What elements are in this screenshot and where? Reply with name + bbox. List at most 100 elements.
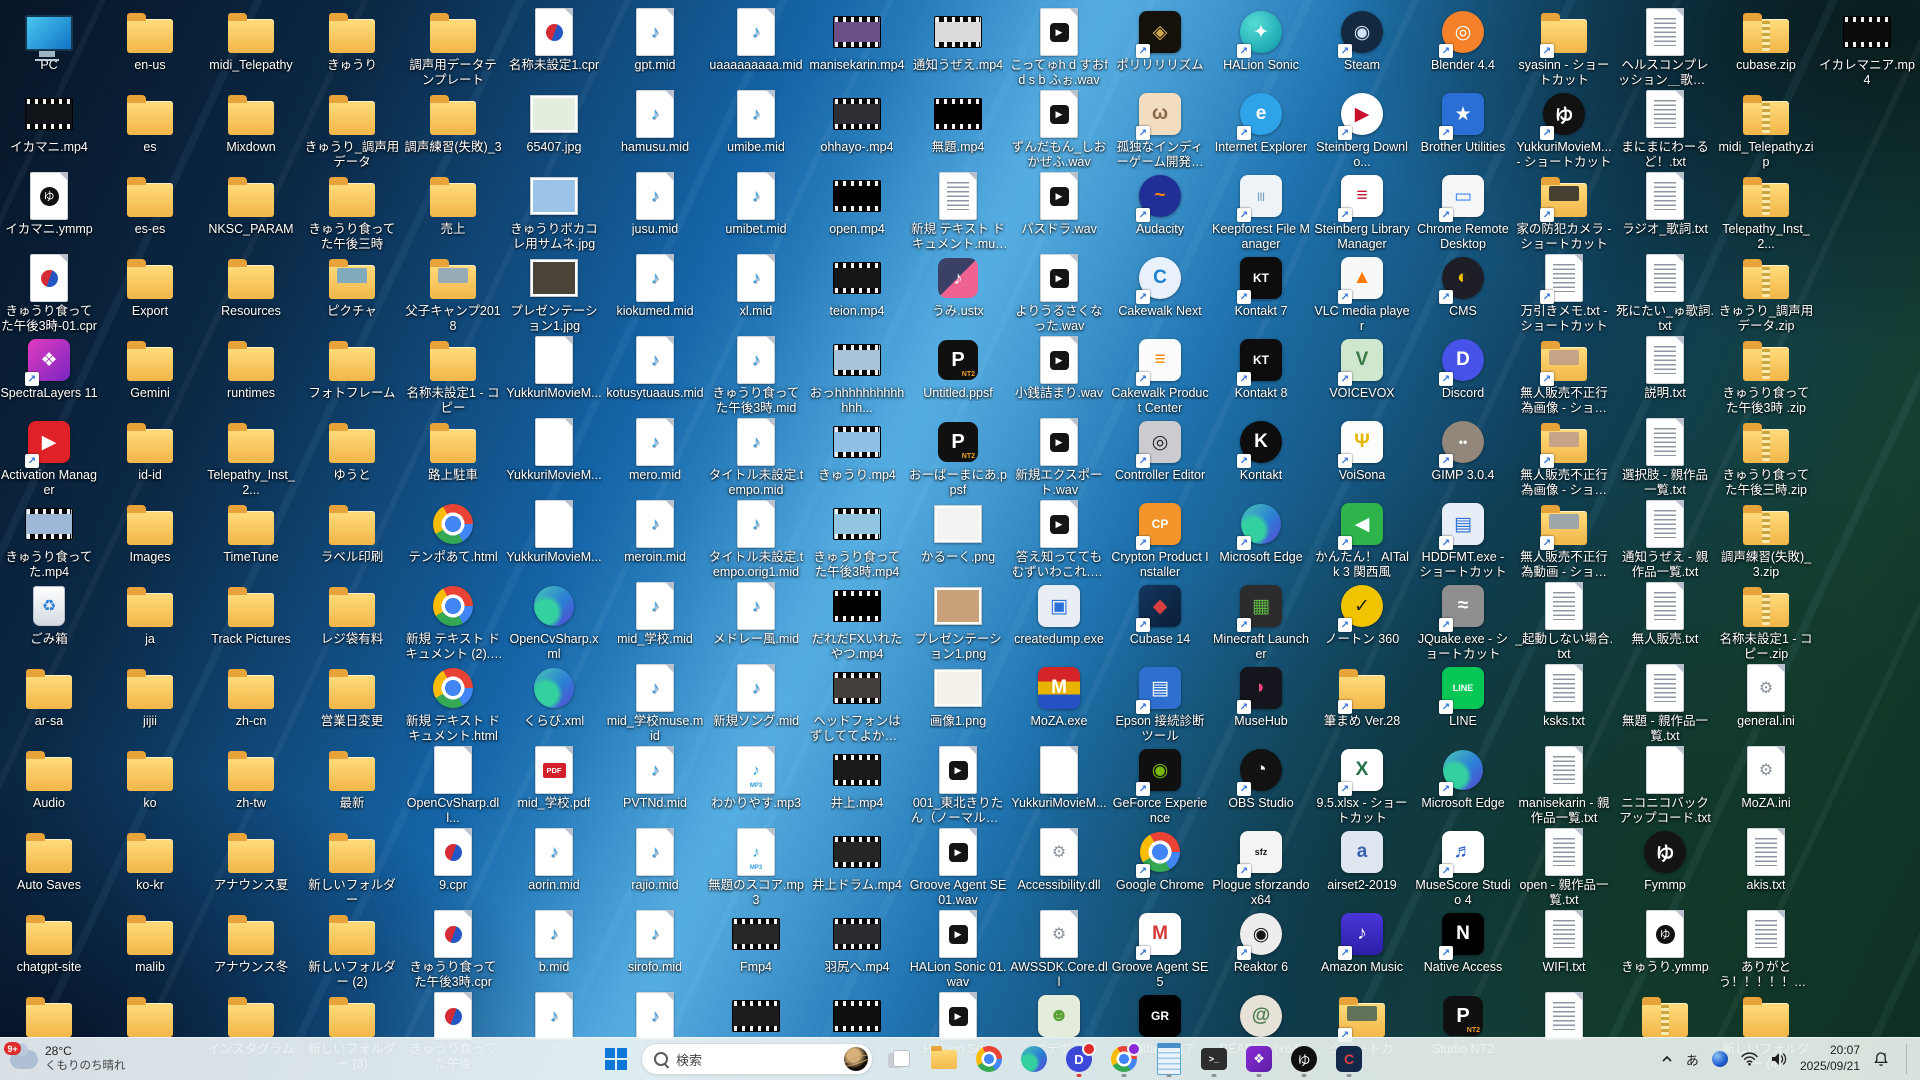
desktop-icon[interactable]: ♪ hamusu.mid [605, 90, 705, 170]
desktop-icon[interactable]: ゆきゅうり.ymmp [1615, 910, 1715, 990]
weather-widget[interactable]: 9+ 28°C くもりのち晴れ [4, 1038, 126, 1080]
desktop-icon[interactable]: ♪ メドレー風.mid [706, 582, 806, 662]
desktop-icon[interactable]: ≡ ↗ Steinberg Library Manager [1312, 172, 1412, 252]
desktop-icon[interactable]: ♪ gpt.mid [605, 8, 705, 88]
desktop-icon[interactable]: teion.mp4 [807, 254, 907, 334]
taskbar-notepad[interactable] [1150, 1040, 1188, 1078]
desktop-icon[interactable]: きゅうり.mp4 [807, 418, 907, 498]
wifi-icon[interactable] [1741, 1052, 1758, 1066]
desktop-icon[interactable]: ≈ ↗ JQuake.exe - ショートカット [1413, 582, 1513, 662]
desktop-icon[interactable]: ↗無人販売不正行為動画 - ショートカット [1514, 500, 1614, 580]
desktop-icon[interactable]: ♪ 新規ソング.mid [706, 664, 806, 744]
desktop-icon[interactable]: ゆ Fymmp [1615, 828, 1715, 908]
desktop-icon[interactable]: ✓ ↗ ノートン 360 [1312, 582, 1412, 662]
desktop-icon[interactable]: ▣ createdump.exe [1009, 582, 1109, 662]
desktop-icon[interactable]: PC [0, 8, 99, 88]
desktop-icon[interactable]: だれだFXいれたやつ.mp4 [807, 582, 907, 662]
desktop-icon[interactable]: ラベル印刷 [302, 500, 402, 580]
desktop-icon[interactable]: きゅうり食ってた午後3時.mp4 [807, 500, 907, 580]
desktop-icon[interactable]: 名称未設定1 - コピー.zip [1716, 582, 1816, 662]
desktop-icon[interactable]: ↗ syasinn - ショートカット [1514, 8, 1614, 88]
desktop-icon[interactable]: _起動しない場合.txt [1514, 582, 1614, 662]
desktop-icon[interactable]: Track Pictures [201, 582, 301, 662]
desktop-icon[interactable]: きゅうり食ってた午後三時 [302, 172, 402, 252]
desktop-icon[interactable]: 通知うぜえ.mp4 [908, 8, 1008, 88]
desktop-icon[interactable]: ♪ rajio.mid [605, 828, 705, 908]
desktop-icon[interactable]: 路上駐車 [403, 418, 503, 498]
desktop-icon[interactable]: 無題 - 親作品一覧.txt [1615, 664, 1715, 744]
desktop-icon[interactable]: manisekarin.mp4 [807, 8, 907, 88]
desktop-icon[interactable]: OpenCvSharp.xml [504, 582, 604, 662]
desktop-icon[interactable]: open.mp4 [807, 172, 907, 252]
desktop-icon[interactable]: 営業日変更 [302, 664, 402, 744]
desktop-icon[interactable]: manisekarin - 親作品一覧.txt [1514, 746, 1614, 826]
taskbar-discord[interactable]: D [1060, 1040, 1098, 1078]
desktop-icon[interactable]: ♪ aorin.mid [504, 828, 604, 908]
desktop-icon[interactable]: ja [100, 582, 200, 662]
desktop-icon[interactable]: ▤ ↗ Epson 接続診断ツール [1110, 664, 1210, 744]
desktop-icon[interactable]: C ↗ Cakewalk Next [1110, 254, 1210, 334]
desktop-icon[interactable]: Fmp4 [706, 910, 806, 990]
desktop-icon[interactable]: レジ袋有料 [302, 582, 402, 662]
desktop-icon[interactable]: ⚙ AWSSDK.Core.dll [1009, 910, 1109, 990]
desktop-icon[interactable]: 売上 [403, 172, 503, 252]
desktop-icon[interactable]: ◉ ↗ Reaktor 6 [1211, 910, 1311, 990]
desktop-icon[interactable]: NKSC_PARAM [201, 172, 301, 252]
desktop-icon[interactable]: ピクチャ [302, 254, 402, 334]
desktop-icon[interactable]: ❖ ↗ SpectraLayers 11 [0, 336, 99, 416]
desktop-icon[interactable]: jijii [100, 664, 200, 744]
desktop-icon[interactable]: ♪ mid_学校muse.mid [605, 664, 705, 744]
desktop-icon[interactable]: ◉ ↗ Steam [1312, 8, 1412, 88]
desktop-icon[interactable]: ♪ MP3 無題のスコア.mp3 [706, 828, 806, 908]
desktop-icon[interactable]: N ↗ Native Access [1413, 910, 1513, 990]
desktop-icon[interactable]: 井上ドラム.mp4 [807, 828, 907, 908]
search-box[interactable]: 検索 [641, 1043, 873, 1075]
desktop-icon[interactable]: アナウンス夏 [201, 828, 301, 908]
desktop-icon[interactable]: Images [100, 500, 200, 580]
desktop-icon[interactable]: es-es [100, 172, 200, 252]
desktop-icon[interactable]: ♪ kotusytuaaus.mid [605, 336, 705, 416]
desktop-icon[interactable]: ar-sa [0, 664, 99, 744]
desktop-icon[interactable]: ♪ uaaaaaaaaa.mid [706, 8, 806, 88]
desktop-icon[interactable]: ▶ 新規エクスポート.wav [1009, 418, 1109, 498]
desktop-icon[interactable]: TimeTune [201, 500, 301, 580]
desktop-icon[interactable]: ||| ↗ Keepforest File Manager [1211, 172, 1311, 252]
desktop-icon[interactable]: WIFI.txt [1514, 910, 1614, 990]
desktop-icon[interactable]: ♪ mero.mid [605, 418, 705, 498]
desktop-icon[interactable]: ♪ xl.mid [706, 254, 806, 334]
desktop-icon[interactable]: ラジオ_歌詞.txt [1615, 172, 1715, 252]
desktop-icon[interactable]: chatgpt-site [0, 910, 99, 990]
desktop-icon[interactable]: ✦ ↗ HALion Sonic [1211, 8, 1311, 88]
desktop-icon[interactable]: ♪ umibe.mid [706, 90, 806, 170]
desktop-icon[interactable]: ♪ kiokumed.mid [605, 254, 705, 334]
desktop-icon[interactable]: ♪ b.mid [504, 910, 604, 990]
desktop-icon[interactable]: きゅうり食ってた午後三時.zip [1716, 418, 1816, 498]
desktop-icon[interactable]: ▶ よりうるさくなった.wav [1009, 254, 1109, 334]
desktop-icon[interactable]: open - 親作品一覧.txt [1514, 828, 1614, 908]
desktop-icon[interactable]: ≡ ↗ Cakewalk Product Center [1110, 336, 1210, 416]
desktop-icon[interactable]: P NT2 Untitled.ppsf [908, 336, 1008, 416]
tray-chevron-up-icon[interactable] [1661, 1053, 1673, 1065]
desktop-icon[interactable]: M MoZA.exe [1009, 664, 1109, 744]
desktop-icon[interactable]: Mixdown [201, 90, 301, 170]
desktop-icon[interactable]: runtimes [201, 336, 301, 416]
desktop-icon[interactable]: D ↗ Discord [1413, 336, 1513, 416]
desktop-icon[interactable]: きゅうり [302, 8, 402, 88]
taskbar-file-explorer[interactable] [925, 1040, 963, 1078]
desktop-icon[interactable]: zh-cn [201, 664, 301, 744]
desktop-icon[interactable]: 調声用データテンプレート [403, 8, 503, 88]
desktop-icon[interactable]: Telepathy_Inst_2... [1716, 172, 1816, 252]
desktop-icon[interactable]: ↗無人販売不正行為画像 - ショートカット [1514, 418, 1614, 498]
tray-app-icon[interactable] [1711, 1051, 1728, 1067]
desktop-icon[interactable]: ksks.txt [1514, 664, 1614, 744]
desktop-icon[interactable]: ↗ 筆まめ Ver.28 [1312, 664, 1412, 744]
desktop-icon[interactable]: ▶答え知っててもむずいわこれ.wav [1009, 500, 1109, 580]
desktop-icon[interactable]: CP ↗ Crypton Product Installer [1110, 500, 1210, 580]
desktop-icon[interactable]: 名称未設定1 - コピー [403, 336, 503, 416]
desktop-icon[interactable]: きゅうり_調声用データ [302, 90, 402, 170]
taskbar-spectralayers[interactable]: ❖ [1240, 1040, 1278, 1078]
desktop-icon[interactable]: ◆ ↗ Cubase 14 [1110, 582, 1210, 662]
desktop-icon[interactable]: ↗ Google Chrome [1110, 828, 1210, 908]
desktop-icon[interactable]: 新しいフォルダー [302, 828, 402, 908]
desktop-icon[interactable]: YukkuriMovieM... [1009, 746, 1109, 826]
